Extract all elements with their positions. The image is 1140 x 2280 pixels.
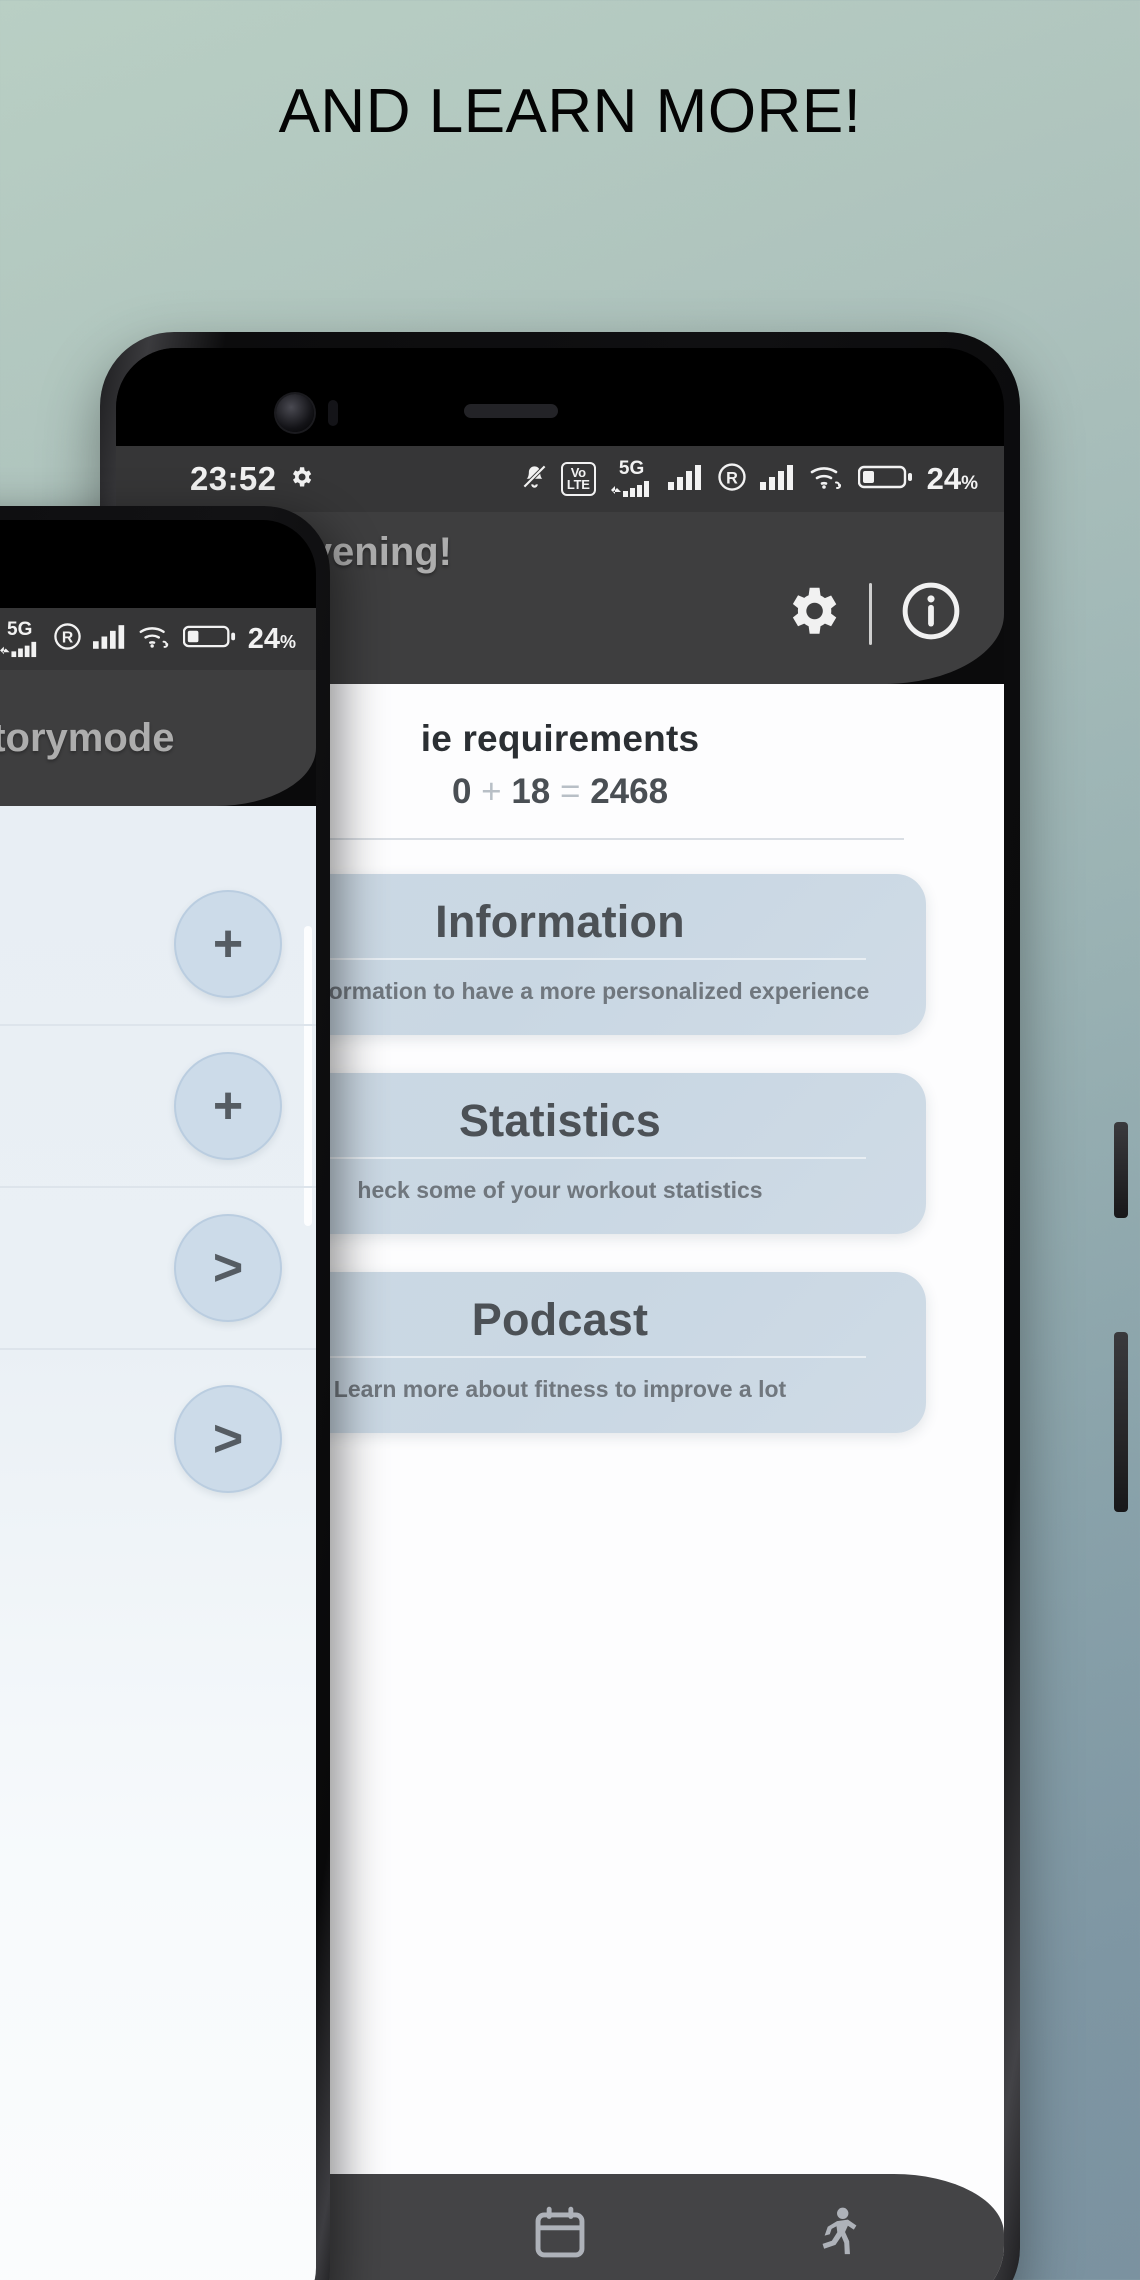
header-actions <box>781 578 964 649</box>
app-body-front: (km) 0 + min) 0 + y Break > <box>0 806 316 2280</box>
list-item[interactable]: (km) 0 + <box>0 864 316 1026</box>
card-rule <box>254 958 866 960</box>
volte-icon: Vo LTE <box>560 462 596 496</box>
svg-text:R: R <box>62 630 73 647</box>
calorie-part1: 0 <box>451 772 472 811</box>
battery-icon-front <box>182 623 237 655</box>
calorie-plus-sign: + <box>481 772 502 811</box>
5g-network-icon-front: 5G <box>0 620 42 658</box>
plus-button[interactable]: + <box>174 890 282 998</box>
roaming-icon: R <box>717 462 747 497</box>
status-bar: 23:52 Vo LTE 5G R 24% <box>116 446 1004 512</box>
status-bar-front: Vo LTE 5G R <box>0 608 316 670</box>
row-label: min) <box>0 1062 174 1097</box>
running-person-icon[interactable] <box>805 2202 867 2269</box>
signal-bars-icon <box>667 464 704 495</box>
chevron-right-button[interactable]: > <box>174 1384 282 1493</box>
storymode-title: Storymode <box>0 715 175 760</box>
phone-mockup-front: Vo LTE 5G R <box>0 506 330 2280</box>
battery-icon <box>857 463 914 496</box>
battery-percent-front: 24% <box>247 622 296 655</box>
list-item[interactable]: y Break > <box>0 1188 316 1350</box>
list-item[interactable]: min) 0 + <box>0 1026 316 1188</box>
status-time: 23:52 <box>190 460 277 497</box>
bell-muted-icon <box>521 463 548 495</box>
page-headline: AND LEARN MORE! <box>278 77 862 146</box>
sensor-icon <box>328 400 338 426</box>
row-value: 0 <box>0 1096 174 1150</box>
earpiece-speaker <box>464 404 558 418</box>
phone-notch-front <box>0 520 316 616</box>
phone-volume-button[interactable] <box>1114 1122 1128 1218</box>
calorie-total: 2468 <box>590 772 669 811</box>
app-header-front: Storymode <box>0 670 316 806</box>
roaming-icon-front: R <box>53 622 82 656</box>
calorie-part2: 18 <box>511 772 551 811</box>
row-value: Break <box>0 1258 174 1312</box>
5g-network-icon: 5G <box>609 459 655 498</box>
front-camera-icon <box>276 394 314 432</box>
row-label: ng <box>0 1376 174 1411</box>
wifi-icon-front <box>138 623 172 655</box>
card-rule <box>254 1157 866 1160</box>
calorie-equals-sign: = <box>560 772 581 811</box>
header-divider <box>869 582 872 645</box>
card-rule <box>254 1356 866 1359</box>
phone-power-button[interactable] <box>1114 1332 1128 1512</box>
battery-percent: 24% <box>926 461 978 496</box>
settings-gear-icon[interactable] <box>781 580 843 647</box>
list-item[interactable]: ng a rat) > <box>0 1350 316 1527</box>
row-label: y <box>0 1224 174 1259</box>
plus-button[interactable]: + <box>174 1052 282 1160</box>
row-value: a rat) <box>0 1411 174 1502</box>
phone-screen-front: Vo LTE 5G R <box>0 520 316 2280</box>
info-circle-icon[interactable] <box>898 578 964 649</box>
signal-bars-icon-secondary <box>759 464 796 495</box>
chevron-right-button[interactable]: > <box>174 1214 282 1322</box>
svg-text:R: R <box>726 469 738 487</box>
wifi-icon <box>809 463 845 496</box>
calendar-icon[interactable] <box>529 2202 591 2269</box>
row-label: (km) <box>0 900 174 935</box>
gear-icon <box>288 464 314 495</box>
row-value: 0 <box>0 934 174 988</box>
signal-bars-icon-front <box>92 624 127 654</box>
